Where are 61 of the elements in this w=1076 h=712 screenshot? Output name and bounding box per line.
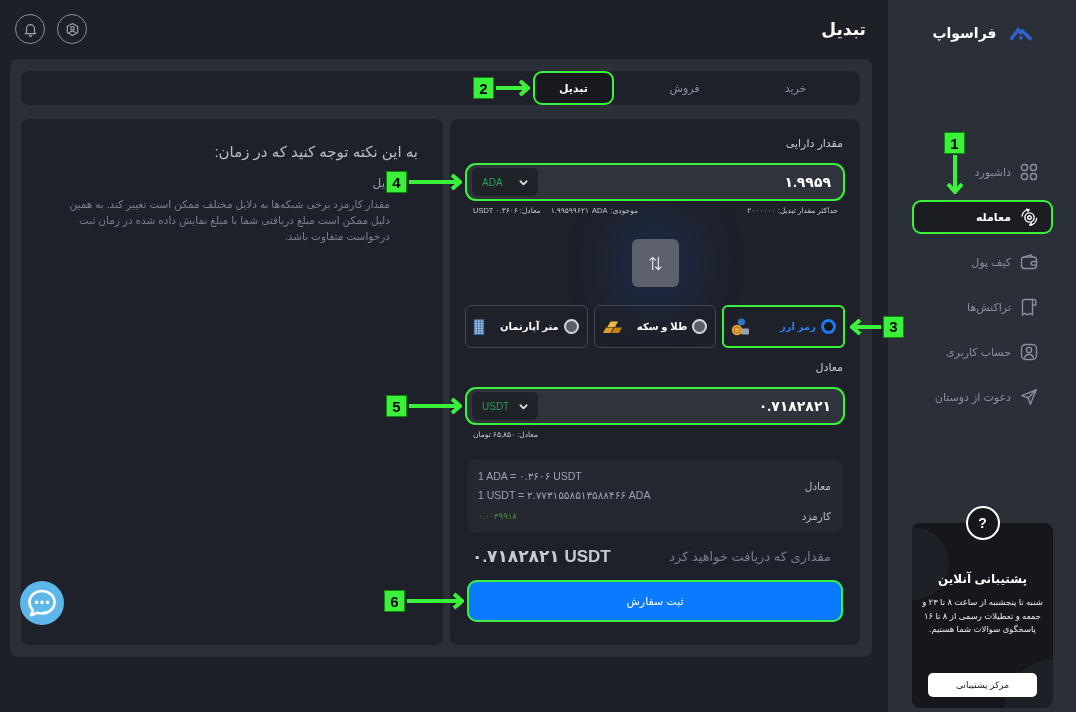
- fee-value: ۰.۰۰۳۹۹۱۸: [478, 511, 517, 521]
- asset-option[interactable]: طلا و سکه: [593, 305, 717, 348]
- building-icon: [473, 317, 485, 336]
- coins-icon: [730, 317, 751, 336]
- callout-arrow: [945, 155, 964, 194]
- support-center-button[interactable]: مرکز پشتیبانی: [928, 673, 1037, 697]
- step-number: 5: [386, 395, 407, 417]
- brand-name: فراسواپ: [932, 25, 997, 41]
- grid-icon: [1020, 163, 1038, 181]
- nav-item[interactable]: داشبورد: [912, 155, 1053, 189]
- receipt-icon: [1020, 298, 1038, 316]
- receive-label: مقداری که دریافت خواهید کرد: [669, 549, 831, 564]
- coin-exchange-icon: [1020, 208, 1038, 226]
- radio-button[interactable]: [821, 319, 836, 334]
- nav-item[interactable]: تراکنش‌ها: [912, 290, 1053, 324]
- callout-arrow: [850, 317, 881, 336]
- currency-select[interactable]: ADA: [472, 168, 538, 196]
- tab[interactable]: خرید: [755, 71, 836, 105]
- nav-item[interactable]: حساب کاربری: [912, 335, 1053, 369]
- field-label: معادل: [814, 360, 844, 374]
- chat-bubble-icon: [20, 581, 64, 625]
- user-icon: [1020, 343, 1038, 361]
- rate-label: معادل: [804, 480, 831, 492]
- submit-order-button[interactable]: ثبت سفارش: [467, 580, 843, 622]
- nav-item[interactable]: کیف پول: [912, 245, 1053, 279]
- support-text: شنبه تا پنجشنبه از ساعت ۸ تا ۲۳ و جمعه و تعطیلات رسمی از ۸ تا ۱۶ پاسخگوی سوالات شما هستیم.: [921, 596, 1044, 636]
- notice-heading: یل: [372, 175, 385, 191]
- logo-icon: [1008, 25, 1033, 41]
- help-icon: ?: [965, 506, 1000, 540]
- user-icon: [64, 21, 80, 37]
- step-number: 6: [384, 590, 405, 612]
- support-title: پشتیبانی آنلاین: [938, 571, 1027, 587]
- asset-option[interactable]: رمز ارز: [722, 305, 845, 348]
- notice-title: به این نکته توجه کنید که در زمان:: [213, 142, 418, 162]
- wallet-icon: [1020, 253, 1038, 271]
- nav-item[interactable]: معامله: [912, 200, 1053, 234]
- swap-button[interactable]: [631, 239, 679, 287]
- tab[interactable]: فروش: [644, 71, 725, 105]
- paper-plane-icon: [1020, 388, 1038, 406]
- tab[interactable]: تبدیل: [533, 71, 614, 105]
- asset-option[interactable]: متر آپارتمان: [465, 305, 588, 348]
- receive-amount: ۰.۷۱۸۲۸۲۱ USDT: [472, 546, 611, 567]
- callout-arrow: [496, 79, 530, 97]
- step-number: 2: [473, 77, 494, 99]
- step-number: 4: [386, 171, 407, 193]
- callout-arrow: [407, 592, 464, 610]
- rate-text: 1 USDT = ۲.۷۷۳۱۵۵۸۵۱۳۵۸۸۴۶۶ ADA: [478, 488, 651, 503]
- chat-button[interactable]: [20, 581, 64, 625]
- page-title: تبدیل: [821, 18, 866, 40]
- field-label: مقدار دارایی: [784, 136, 844, 150]
- bell-icon: [22, 21, 38, 37]
- callout-arrow: [409, 173, 462, 191]
- nav-item[interactable]: دعوت از دوستان: [912, 380, 1053, 414]
- callout-arrow: [409, 397, 462, 415]
- notice-text: مقدار کارمزد برخی شبکه‌ها به دلایل مختلف ممکن است تغییر کند. به همین دلیل ممکن است مبلغ دریافتی شما با مبلغ نمایش داده شده در زمان ثبت درخواست متفاوت باشد.: [68, 197, 390, 244]
- step-number: 3: [883, 315, 904, 338]
- rate-text: 1 ADA = ۰.۳۶۰۶ USDT: [478, 469, 583, 484]
- currency-select[interactable]: USDT: [472, 392, 538, 420]
- fee-label: کارمزد: [801, 510, 831, 522]
- ingots-icon: [601, 319, 624, 334]
- step-number: 1: [944, 132, 965, 154]
